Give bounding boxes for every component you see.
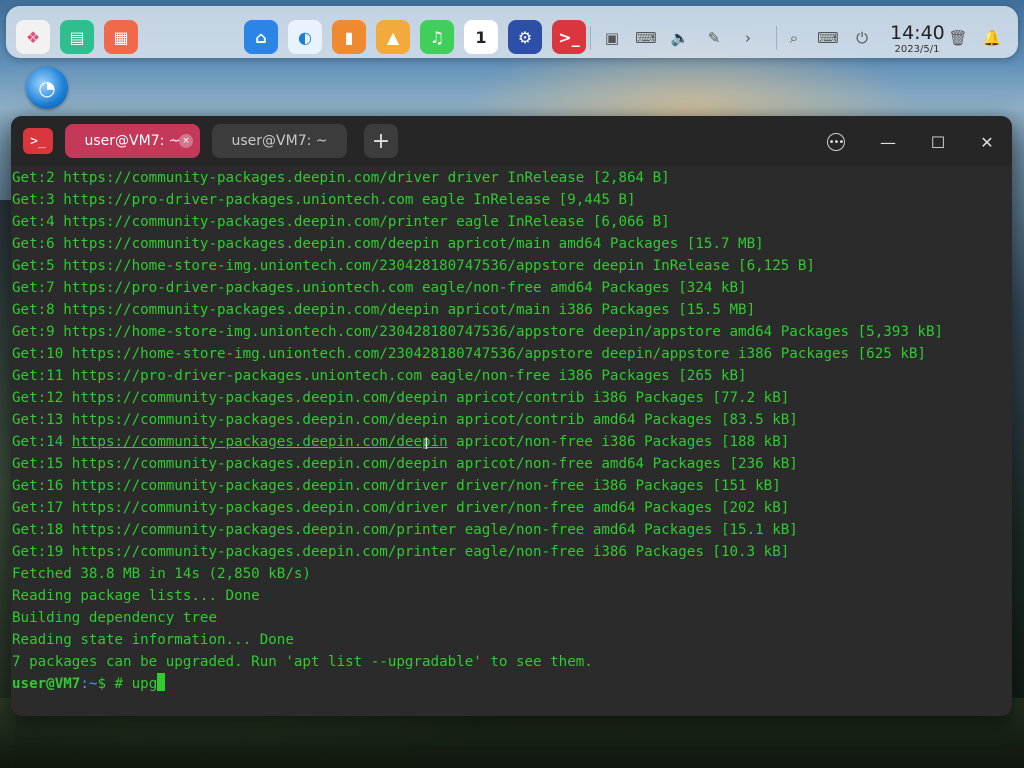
output-text: Get:8 https://community-packages.deepin.… (12, 302, 756, 318)
output-line: Reading state information... Done (12, 629, 1010, 651)
minimize-button[interactable]: — (875, 129, 901, 155)
image-viewer-icon[interactable]: ▲ (376, 20, 410, 54)
output-line: Get:5 https://home-store-img.uniontech.c… (12, 255, 1010, 277)
output-line: Get:8 https://community-packages.deepin.… (12, 299, 1010, 321)
calendar-icon[interactable]: 1 (464, 20, 498, 54)
output-text: Get:13 https://community-packages.deepin… (12, 412, 798, 428)
output-line: Get:19 https://community-packages.deepin… (12, 541, 1010, 563)
output-text: Get:6 https://community-packages.deepin.… (12, 236, 764, 252)
output-text: Get:4 https://community-packages.deepin.… (12, 214, 670, 230)
hovered-url-link[interactable]: https://community-packages.deepin.com/de… (72, 434, 448, 450)
pen-icon[interactable]: ✎ (702, 26, 726, 50)
output-text: Get:19 https://community-packages.deepin… (12, 544, 790, 560)
output-text: apricot/non-free i386 Packages [188 kB] (447, 434, 790, 450)
expand-tray-icon[interactable]: › (736, 26, 760, 50)
close-tab-icon[interactable]: × (179, 134, 193, 148)
input-method-icon[interactable]: ⌨ (816, 26, 840, 50)
output-line: Get:13 https://community-packages.deepin… (12, 409, 1010, 431)
volume-muted-icon[interactable]: 🔈 (668, 26, 692, 50)
output-line: Get:17 https://community-packages.deepin… (12, 497, 1010, 519)
output-text: Get:14 (12, 434, 72, 450)
output-text: Get:18 https://community-packages.deepin… (12, 522, 798, 538)
tab-active[interactable]: user@VM7: ~ × (65, 124, 200, 158)
output-line: Get:15 https://community-packages.deepin… (12, 453, 1010, 475)
trash-icon[interactable]: 🗑 (946, 26, 970, 50)
keyboard-icon[interactable]: ⌨ (634, 26, 658, 50)
tab-inactive[interactable]: user@VM7: ~ (212, 124, 347, 158)
output-line: 7 packages can be upgraded. Run 'apt lis… (12, 651, 1010, 673)
dock-separator (776, 26, 777, 50)
close-button[interactable]: ✕ (974, 129, 1000, 155)
output-line: Get:4 https://community-packages.deepin.… (12, 211, 1010, 233)
output-text: Get:12 https://community-packages.deepin… (12, 390, 790, 406)
tab-label: user@VM7: ~ (231, 133, 328, 149)
output-text: Reading package lists... Done (12, 588, 260, 604)
terminal-cursor (157, 673, 166, 691)
output-line: Building dependency tree (12, 607, 1010, 629)
app-store-icon[interactable]: ▮ (332, 20, 366, 54)
prompt-symbol: $ # (97, 676, 132, 692)
prompt-user: user@VM7 (12, 676, 81, 692)
search-icon[interactable]: ⌕ (782, 26, 806, 50)
music-icon[interactable]: ♫ (420, 20, 454, 54)
dock: ❖ ▤ ▦ ⌂ ◐ ▮ ▲ ♫ 1 ⚙ >_ ▣ ⌨ 🔈 ✎ › ⌕ ⌨ ⏻ 14:40 2023/5/1 🗑 🔔 (6, 6, 1018, 58)
browser-icon[interactable]: ◐ (288, 20, 322, 54)
output-line: Get:14 https://community-packages.deepin… (12, 431, 1010, 453)
output-text: Get:5 https://home-store-img.uniontech.c… (12, 258, 815, 274)
command-input[interactable]: upg (132, 676, 158, 692)
text-cursor-ibeam: I (424, 434, 429, 453)
output-line: Get:18 https://community-packages.deepin… (12, 519, 1010, 541)
terminal-app-icon: >_ (23, 128, 53, 154)
terminal-output[interactable]: Get:2 https://community-packages.deepin.… (12, 167, 1010, 707)
output-text: Get:11 https://pro-driver-packages.union… (12, 368, 747, 384)
prompt-path: :~ (80, 676, 98, 692)
output-text: Get:9 https://home-store-img.uniontech.c… (12, 324, 944, 340)
output-line: Get:2 https://community-packages.deepin.… (12, 167, 1010, 189)
output-line: Get:6 https://community-packages.deepin.… (12, 233, 1010, 255)
output-line: Reading package lists... Done (12, 585, 1010, 607)
output-text: Reading state information... Done (12, 632, 294, 648)
output-text: 7 packages can be upgraded. Run 'apt lis… (12, 654, 593, 670)
output-text: Fetched 38.8 MB in 14s (2,850 kB/s) (12, 566, 311, 582)
tab-label: user@VM7: ~ (84, 133, 181, 149)
output-text: Get:7 https://pro-driver-packages.uniont… (12, 280, 747, 296)
terminal-titlebar[interactable]: >_ user@VM7: ~ × user@VM7: ~ + ••• — ☐ ✕ (11, 116, 1012, 166)
terminal-window: >_ user@VM7: ~ × user@VM7: ~ + ••• — ☐ ✕… (11, 116, 1012, 716)
deepin-desktop-icon[interactable]: ◔ (26, 67, 68, 109)
output-line: Get:16 https://community-packages.deepin… (12, 475, 1010, 497)
output-text: Get:15 https://community-packages.deepin… (12, 456, 798, 472)
power-icon[interactable]: ⏻ (850, 26, 874, 50)
clock-time[interactable]: 14:40 (890, 22, 945, 44)
output-line: Get:7 https://pro-driver-packages.uniont… (12, 277, 1010, 299)
output-text: Get:3 https://pro-driver-packages.uniont… (12, 192, 636, 208)
maximize-button[interactable]: ☐ (925, 129, 951, 155)
output-text: Get:16 https://community-packages.deepin… (12, 478, 781, 494)
terminal-icon[interactable]: >_ (552, 20, 586, 54)
output-text: Get:10 https://home-store-img.uniontech.… (12, 346, 926, 362)
settings-icon[interactable]: ⚙ (508, 20, 542, 54)
add-tab-button[interactable]: + (364, 124, 398, 158)
output-line: Fetched 38.8 MB in 14s (2,850 kB/s) (12, 563, 1010, 585)
menu-icon[interactable]: ••• (827, 133, 845, 151)
output-line: Get:10 https://home-store-img.uniontech.… (12, 343, 1010, 365)
prompt-line[interactable]: user@VM7:~$ # upg (12, 673, 1010, 695)
output-text: Get:2 https://community-packages.deepin.… (12, 170, 670, 186)
output-line: Get:11 https://pro-driver-packages.union… (12, 365, 1010, 387)
output-line: Get:3 https://pro-driver-packages.uniont… (12, 189, 1010, 211)
clock-date[interactable]: 2023/5/1 (890, 44, 944, 56)
multitask-view-icon[interactable]: ▤ (60, 20, 94, 54)
output-line: Get:12 https://community-packages.deepin… (12, 387, 1010, 409)
output-text: Get:17 https://community-packages.deepin… (12, 500, 790, 516)
notification-icon[interactable]: 🔔 (980, 26, 1004, 50)
workspace-icon[interactable]: ▦ (104, 20, 138, 54)
launcher-icon[interactable]: ❖ (16, 20, 50, 54)
screenshot-icon[interactable]: ▣ (600, 26, 624, 50)
file-manager-icon[interactable]: ⌂ (244, 20, 278, 54)
output-line: Get:9 https://home-store-img.uniontech.c… (12, 321, 1010, 343)
output-text: Building dependency tree (12, 610, 217, 626)
dock-separator (590, 26, 591, 50)
